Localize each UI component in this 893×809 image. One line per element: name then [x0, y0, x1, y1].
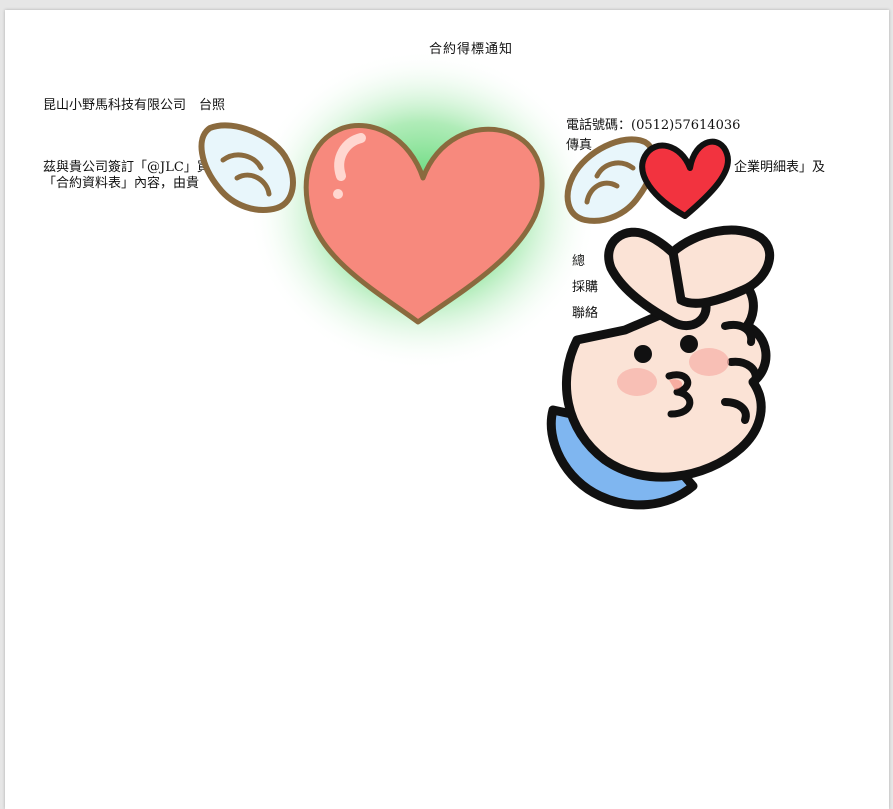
- fax-number: 傳真: [566, 138, 593, 153]
- body-line-1-end: 企業明細表」及: [734, 160, 826, 175]
- document-title: 合約得標通知: [429, 42, 514, 57]
- signature-line-2: 採購: [572, 280, 599, 295]
- document-viewer: 合約得標通知 昆山小野馬科技有限公司 台照 電話號碼：(0512)5761403…: [0, 0, 893, 809]
- body-line-1: 茲與貴公司簽訂「@JLC」買 合約 確認: [43, 160, 484, 176]
- document-page: 合約得標通知 昆山小野馬科技有限公司 台照 電話號碼：(0512)5761403…: [5, 10, 889, 809]
- phone-number: 電話號碼：(0512)57614036: [566, 118, 741, 133]
- finger-heart-hand-icon: [546, 225, 775, 510]
- body-line-1-mid2: 確認: [457, 160, 484, 175]
- body-line-2: 「合約資料表」內容，由貴: [43, 176, 200, 191]
- signature-line-3: 聯絡: [572, 306, 599, 321]
- big-heart-icon: [303, 122, 545, 325]
- body-line-1-mid: 合約: [241, 160, 268, 175]
- recipient-line: 昆山小野馬科技有限公司 台照: [43, 98, 226, 113]
- sticker-overlay: [198, 50, 775, 510]
- signature-line-1: 總: [572, 254, 586, 269]
- small-heart-icon: [639, 138, 731, 219]
- body-line-1-start: 茲與貴公司簽訂「@JLC」買: [43, 160, 210, 175]
- heart-glow: [248, 50, 598, 370]
